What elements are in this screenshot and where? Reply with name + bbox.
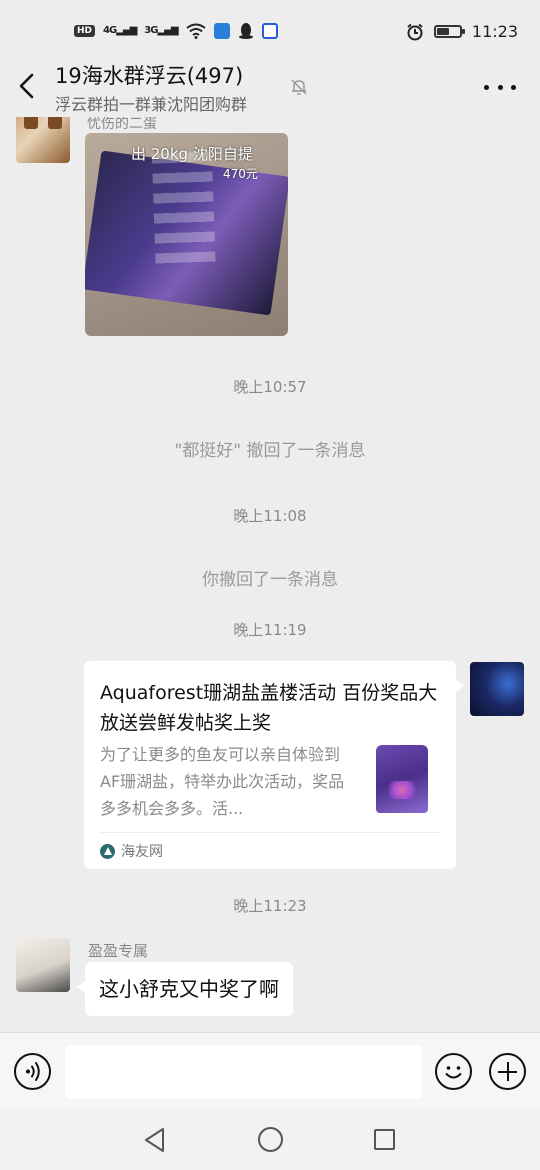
chat-header: 19海水群浮云(497) 浮云群拍一群兼沈阳团购群 [0,55,540,117]
baidu-app-icon [261,22,278,39]
timestamp: 晚上11:08 [233,507,307,525]
timestamp: 晚上11:19 [233,621,307,639]
chat-title: 19海水群浮云(497) [55,64,244,88]
avatar-sender-dog[interactable] [16,117,70,163]
voice-input-button[interactable] [14,1053,51,1090]
message-input[interactable] [65,1045,422,1099]
qq-icon [238,23,253,39]
voice-icon [26,1062,40,1081]
chevron-left-icon [19,73,34,99]
salt-bag-image [376,745,428,813]
sender-name: 忧伤的二蛋 [87,117,157,132]
signal-3g-label: 3G [144,25,158,36]
avatar-self[interactable] [470,662,524,716]
sender-name: 盈盈专属 [88,942,149,960]
mute-bell-icon [291,79,307,95]
signal-3g-icon: 3G▂▄▆ [144,25,178,36]
shared-link-card[interactable]: Aquaforest珊湖盐盖楼活动 百份奖品大放送尝鲜发帖奖上奖 为了让更多的鱼… [84,661,464,869]
back-button[interactable] [14,69,42,103]
chat-subtitle: 浮云群拍一群兼沈阳团购群 [55,95,248,114]
status-bar-right: 11:23 [406,22,518,41]
signal-4g-label: 4G [103,25,117,36]
image-message[interactable]: 出 20kg 沈阳自提 470元 [85,133,288,336]
nav-home-circle-icon[interactable] [258,1127,283,1152]
timestamp: 晚上10:57 [233,378,307,396]
text-message-bubble[interactable]: 这小舒克又中奖了啊 [77,962,293,1016]
alarm-icon [407,23,423,40]
hd-badge: HD [74,24,96,37]
emoji-button[interactable] [435,1053,472,1090]
battery-fill [436,28,449,35]
image-caption: 出 20kg 沈阳自提 [131,145,253,163]
timestamp: 晚上11:23 [233,897,307,915]
recall-notice: "都挺好" 撤回了一条消息 [174,441,366,461]
divider [100,832,440,833]
source-logo-icon [100,843,115,859]
more-options-button[interactable] [484,79,516,95]
link-card-title: Aquaforest珊湖盐盖楼活动 百份奖品大放送尝鲜发帖奖上奖 [100,682,438,734]
more-functions-button[interactable] [489,1053,526,1090]
battery-icon [433,25,465,38]
wifi-icon [185,23,206,39]
more-dot-icon [497,84,503,90]
status-bar: HD 4G▂▄▆ 3G▂▄▆ 11:23 [0,0,540,62]
link-card-source: 海友网 [100,841,163,861]
avatar-ear [48,117,62,129]
more-dot-icon [511,84,516,90]
more-dot-icon [484,84,489,90]
smiley-icon [445,1066,462,1079]
image-price: 470元 [223,167,258,181]
recall-notice-self: 你撤回了一条消息 [202,570,338,590]
input-bar [0,1032,540,1110]
link-card-thumbnail [370,743,436,815]
status-bar-left: HD 4G▂▄▆ 3G▂▄▆ [74,22,278,39]
avatar-ear [24,117,38,129]
signal-4g-icon: 4G▂▄▆ [103,25,137,36]
status-time: 11:23 [471,22,518,41]
nav-back-triangle-icon[interactable] [143,1127,167,1153]
link-card-source-name: 海友网 [121,844,163,860]
link-card-description: 为了让更多的鱼友可以亲自体验到AF珊湖盐，特举办此次活动，奖品多多机会多多。活.… [100,745,345,818]
avatar-sender-person[interactable] [16,938,70,992]
system-nav-bar [0,1110,540,1170]
chat-area[interactable]: 忧伤的二蛋 出 20kg 沈阳自提 470元 晚上10:57 "都挺好" 撤回了… [0,117,540,1032]
nav-recents-square-icon[interactable] [374,1129,395,1150]
feishu-app-icon [213,22,230,39]
